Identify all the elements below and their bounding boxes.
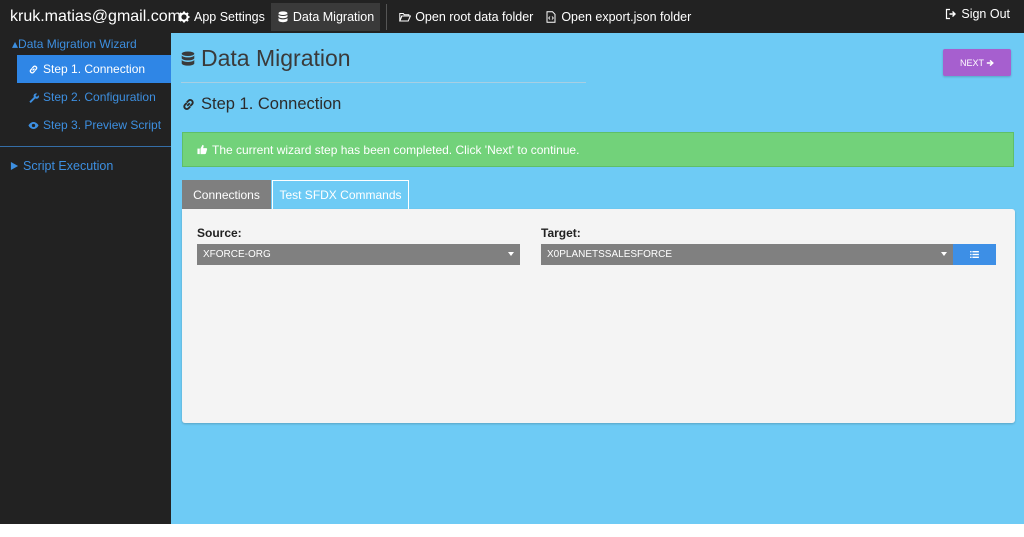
target-label: Target: bbox=[541, 226, 581, 240]
sidebar-item-step-configuration[interactable]: Step 2. Configuration bbox=[17, 83, 171, 111]
sidebar-item-label: Step 2. Configuration bbox=[43, 90, 156, 104]
connections-panel: Source: XFORCE-ORG Target: X0PLANETSSALE… bbox=[182, 209, 1015, 423]
step-title-text: Step 1. Connection bbox=[201, 95, 341, 114]
wrench-icon bbox=[28, 92, 39, 103]
play-icon bbox=[10, 161, 19, 171]
top-navbar: kruk.matias@gmail.com App Settings Data … bbox=[0, 0, 1024, 33]
sign-out-icon bbox=[945, 8, 957, 20]
nav-open-root-folder[interactable]: Open root data folder bbox=[393, 3, 539, 31]
nav-open-root-label: Open root data folder bbox=[415, 10, 533, 24]
nav-open-export-label: Open export.json folder bbox=[561, 10, 691, 24]
link-icon bbox=[181, 97, 196, 112]
sidebar-item-label: Script Execution bbox=[23, 159, 113, 173]
user-email: kruk.matias@gmail.com bbox=[0, 8, 172, 26]
source-select-value: XFORCE-ORG bbox=[203, 249, 271, 260]
file-code-icon bbox=[545, 11, 557, 23]
tab-test-sfdx-commands[interactable]: Test SFDX Commands bbox=[272, 180, 409, 209]
page-title: Data Migration bbox=[181, 45, 351, 72]
step-title: Step 1. Connection bbox=[181, 95, 341, 114]
nav-data-migration[interactable]: Data Migration bbox=[271, 3, 380, 31]
main-content: Data Migration NEXT Step 1. Connection T… bbox=[171, 33, 1024, 524]
nav-data-migration-label: Data Migration bbox=[293, 10, 374, 24]
chevron-down-icon bbox=[508, 252, 514, 256]
sidebar-item-step-connection[interactable]: Step 1. Connection bbox=[17, 55, 171, 83]
nav-app-settings-label: App Settings bbox=[194, 10, 265, 24]
target-select[interactable]: X0PLANETSSALESFORCE bbox=[541, 244, 953, 265]
sign-out-link[interactable]: Sign Out bbox=[945, 0, 1010, 28]
sidebar-wizard-label: ▴Data Migration Wizard bbox=[12, 37, 137, 51]
thumbs-up-icon bbox=[197, 144, 208, 155]
nav-app-settings[interactable]: App Settings bbox=[172, 3, 271, 31]
sidebar-item-label: Step 3. Preview Script bbox=[43, 118, 161, 132]
gear-icon bbox=[178, 11, 190, 23]
next-button[interactable]: NEXT bbox=[943, 49, 1011, 76]
sign-out-label: Sign Out bbox=[961, 7, 1010, 21]
sidebar-divider bbox=[0, 146, 171, 147]
tab-label: Connections bbox=[193, 188, 260, 202]
source-select[interactable]: XFORCE-ORG bbox=[197, 244, 520, 265]
chevron-down-icon bbox=[941, 252, 947, 256]
alert-message: The current wizard step has been complet… bbox=[212, 143, 579, 157]
next-button-label: NEXT bbox=[960, 58, 984, 68]
database-icon bbox=[277, 11, 289, 23]
title-divider bbox=[181, 82, 586, 83]
sidebar-item-script-execution[interactable]: Script Execution bbox=[0, 153, 171, 179]
link-icon bbox=[28, 64, 39, 75]
window-bottom-edge bbox=[0, 524, 1024, 537]
nav-open-export-folder[interactable]: Open export.json folder bbox=[539, 3, 697, 31]
nav-divider bbox=[386, 4, 387, 30]
list-icon bbox=[970, 251, 979, 258]
arrow-right-icon bbox=[986, 59, 994, 67]
folder-open-icon bbox=[399, 11, 411, 23]
eye-icon bbox=[28, 120, 39, 131]
sidebar: ▴Data Migration Wizard Step 1. Connectio… bbox=[0, 33, 171, 524]
sidebar-item-step-preview[interactable]: Step 3. Preview Script bbox=[17, 111, 171, 139]
target-list-button[interactable] bbox=[953, 244, 996, 265]
database-icon bbox=[181, 51, 195, 67]
success-alert: The current wizard step has been complet… bbox=[182, 132, 1014, 167]
source-label: Source: bbox=[197, 226, 242, 240]
target-select-value: X0PLANETSSALESFORCE bbox=[547, 249, 672, 260]
page-title-text: Data Migration bbox=[201, 45, 351, 72]
tab-connections[interactable]: Connections bbox=[182, 180, 271, 209]
tab-label: Test SFDX Commands bbox=[279, 188, 401, 202]
sidebar-item-label: Step 1. Connection bbox=[43, 62, 145, 76]
sidebar-wizard-group[interactable]: ▴Data Migration Wizard bbox=[0, 33, 171, 55]
